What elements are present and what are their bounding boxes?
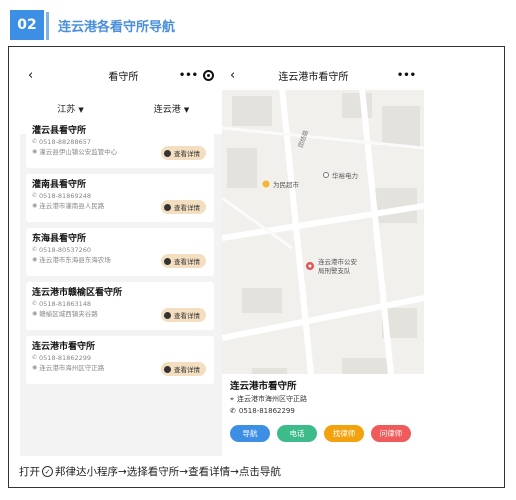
card-address: 连云港市东海县东海农场 xyxy=(39,256,111,264)
location-pin-icon: ◉ xyxy=(32,256,38,263)
list-page-title: 看守所 xyxy=(108,71,139,83)
card-phone: 0518-80537260 xyxy=(39,246,92,254)
view-details-label: 查看详情 xyxy=(174,366,200,374)
detail-icon xyxy=(164,311,171,319)
back-arrow-icon[interactable]: ‹ xyxy=(28,68,44,83)
app-logo-icon: ✓ xyxy=(42,466,53,477)
detention-center-card[interactable]: 连云港市赣榆区看守所 ✆ 0518-81863148 ◉ 赣榆区城西镇夹谷路 查看详… xyxy=(26,282,214,330)
card-phone: 0518-81869248 xyxy=(39,192,92,200)
detail-phone: 0518-81862299 xyxy=(238,407,295,415)
city-filter-label: 连云港 xyxy=(153,104,181,115)
location-pin-icon: ⌖ xyxy=(230,395,234,403)
find-lawyer-button[interactable]: 找律师 xyxy=(324,425,364,442)
city-filter[interactable]: 连云港 ▼ xyxy=(121,102,222,115)
map-page-title: 连云港市看守所 xyxy=(278,71,349,83)
card-name: 灌云县看守所 xyxy=(32,126,87,136)
card-phone: 0518-88288657 xyxy=(39,138,92,146)
caption-text: 邦律达小程序→选择看守所→查看详情→点击导航 xyxy=(55,466,281,478)
marker-label-line2: 局刑警支队 xyxy=(318,266,351,275)
navigate-button[interactable]: 导航 xyxy=(230,425,270,442)
card-name: 连云港市看守所 xyxy=(32,342,96,352)
action-buttons: 导航 电话 找律师 问律师 xyxy=(230,425,416,442)
detail-sheet: 连云港市看守所 ⌖ 连云港市海州区守正路 ✆ 0518-81862299 导航 电话… xyxy=(222,374,424,456)
section-header: 02 连云港各看守所导航 xyxy=(10,8,175,42)
view-details-label: 查看详情 xyxy=(174,258,200,266)
card-name: 灌南县看守所 xyxy=(32,180,87,190)
more-dots-icon[interactable]: ••• xyxy=(397,70,416,81)
supermarket-icon xyxy=(262,180,270,188)
poi-dot-icon xyxy=(323,172,329,178)
view-details-button[interactable]: 查看详情 xyxy=(161,308,206,322)
detail-address: 连云港市海州区守正路 xyxy=(236,395,307,403)
card-phone: 0518-81863148 xyxy=(39,300,92,308)
detail-icon xyxy=(164,149,171,157)
card-address: 灌云县伊山镇公安监管中心 xyxy=(39,148,118,156)
section-number: 02 xyxy=(10,10,49,40)
card-address: 赣榆区城西镇夹谷路 xyxy=(39,310,98,318)
province-filter-label: 江苏 xyxy=(57,104,76,115)
mini-program-capsule: ••• xyxy=(179,69,214,81)
view-details-label: 查看详情 xyxy=(174,204,200,212)
mini-program-capsule: ••• xyxy=(397,70,416,81)
view-details-label: 查看详情 xyxy=(174,150,200,158)
call-button[interactable]: 电话 xyxy=(277,425,317,442)
map-navbar: ‹ 连云港市看守所 ••• xyxy=(222,60,424,90)
phone-icon: ✆ xyxy=(32,300,38,307)
caret-down-icon: ▼ xyxy=(183,105,190,114)
view-details-button[interactable]: 查看详情 xyxy=(161,200,206,214)
detention-center-card[interactable]: 连云港市看守所 ✆ 0518-81862299 ◉ 连云港市海州区守正路 查看详情 xyxy=(26,336,214,384)
back-arrow-icon[interactable]: ‹ xyxy=(230,68,246,83)
province-filter[interactable]: 江苏 ▼ xyxy=(20,102,121,115)
location-pin-icon: ◉ xyxy=(32,310,38,317)
view-details-button[interactable]: 查看详情 xyxy=(161,362,206,376)
phone-icon: ✆ xyxy=(32,138,38,145)
list-screen: ‹ 看守所 ••• 江苏 ▼ 连云港 ▼ 灌云县看守所 ✆ 0518-88288657… xyxy=(20,60,222,456)
location-pin-icon: ◉ xyxy=(32,148,38,155)
location-pin-icon: ◉ xyxy=(32,364,38,371)
poi-power-label: 华裕电力 xyxy=(332,171,358,180)
view-details-button[interactable]: 查看详情 xyxy=(161,146,206,160)
detail-phone-line: ✆ 0518-81862299 xyxy=(230,405,416,417)
target-icon[interactable] xyxy=(203,69,214,81)
police-marker-center xyxy=(308,264,312,268)
location-pin-icon: ◉ xyxy=(32,202,38,209)
caption-prefix: 打开 xyxy=(19,466,40,478)
more-dots-icon[interactable]: ••• xyxy=(179,70,198,81)
phone-icon: ✆ xyxy=(32,192,38,199)
phone-icon: ✆ xyxy=(32,246,38,253)
ask-lawyer-button[interactable]: 问律师 xyxy=(371,425,411,442)
detail-icon xyxy=(164,203,171,211)
marker-label-line1: 连云港市公安 xyxy=(318,257,358,266)
detail-address-line: ⌖ 连云港市海州区守正路 xyxy=(230,393,416,405)
page-root: 02 连云港各看守所导航 ‹ 看守所 ••• 江苏 ▼ 连云港 ▼ 灌云县看守所 ✆… xyxy=(0,0,516,500)
view-details-button[interactable]: 查看详情 xyxy=(161,254,206,268)
detention-center-card[interactable]: 东海县看守所 ✆ 0518-80537260 ◉ 连云港市东海县东海农场 查看详情 xyxy=(26,228,214,276)
phone-icon: ✆ xyxy=(32,354,38,361)
view-details-label: 查看详情 xyxy=(174,312,200,320)
card-phone: 0518-81862299 xyxy=(39,354,92,362)
phone-icon: ✆ xyxy=(230,407,236,415)
poi-supermarket-label: 为民超市 xyxy=(273,180,300,189)
card-name: 连云港市赣榆区看守所 xyxy=(32,288,123,298)
section-title: 连云港各看守所导航 xyxy=(58,19,176,35)
card-address: 连云港市海州区守正路 xyxy=(39,364,105,372)
card-address: 连云港市灌南县人民路 xyxy=(39,202,105,210)
detail-icon xyxy=(164,257,171,265)
detention-center-card[interactable]: 灌云县看守所 ✆ 0518-88288657 ◉ 灌云县伊山镇公安监管中心 查看详情 xyxy=(26,120,214,168)
instruction-caption: 打开 ✓ 邦律达小程序→选择看守所→查看详情→点击导航 xyxy=(19,464,281,479)
list-navbar: ‹ 看守所 ••• xyxy=(20,60,222,90)
detail-name: 连云港市看守所 xyxy=(230,381,297,392)
caret-down-icon: ▼ xyxy=(78,105,84,114)
detail-icon xyxy=(164,365,171,373)
card-name: 东海县看守所 xyxy=(32,234,87,244)
detention-center-card[interactable]: 灌南县看守所 ✆ 0518-81869248 ◉ 连云港市灌南县人民路 查看详情 xyxy=(26,174,214,222)
